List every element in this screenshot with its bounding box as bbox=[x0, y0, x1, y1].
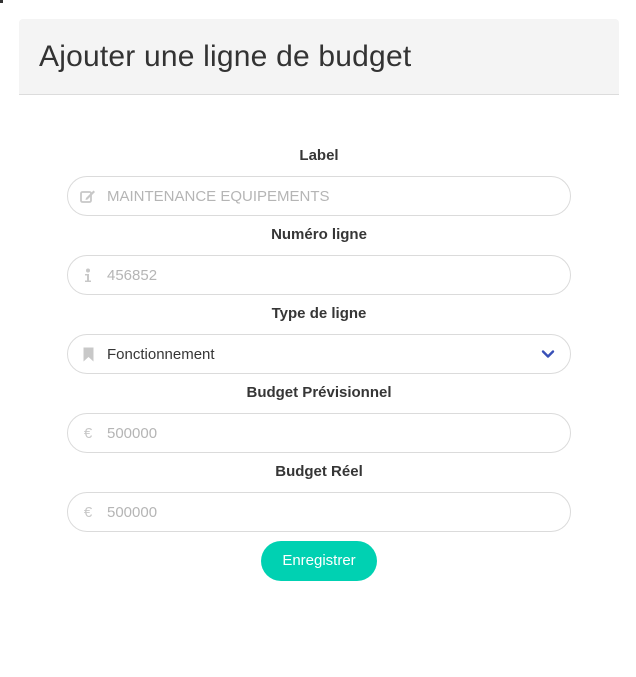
label-input[interactable] bbox=[68, 177, 570, 215]
save-button[interactable]: Enregistrer bbox=[261, 541, 377, 581]
reel-field-label: Budget Réel bbox=[275, 463, 363, 480]
label-field-label: Label bbox=[299, 147, 339, 164]
reel-field: Budget Réel € bbox=[67, 462, 571, 532]
window-corner-marker bbox=[0, 0, 3, 3]
previsionnel-field: Budget Prévisionnel € bbox=[67, 383, 571, 453]
bookmark-icon bbox=[80, 335, 96, 373]
euro-icon: € bbox=[83, 424, 93, 442]
chevron-down-icon bbox=[541, 350, 555, 358]
add-budget-line-card: Ajouter une ligne de budget Label Numéro… bbox=[19, 19, 619, 659]
label-field: Label bbox=[67, 146, 571, 216]
label-control bbox=[67, 176, 571, 216]
previsionnel-field-label: Budget Prévisionnel bbox=[246, 384, 392, 401]
submit-row: Enregistrer bbox=[67, 541, 571, 581]
previsionnel-control: € bbox=[67, 413, 571, 453]
numero-field: Numéro ligne bbox=[67, 225, 571, 295]
budget-line-form: Label Numéro ligne bbox=[67, 146, 571, 581]
type-field: Type de ligne Fonctionnement bbox=[67, 304, 571, 374]
reel-control: € bbox=[67, 492, 571, 532]
numero-input[interactable] bbox=[68, 256, 570, 294]
type-field-label: Type de ligne bbox=[271, 305, 367, 322]
euro-icon: € bbox=[83, 503, 93, 521]
numero-control bbox=[67, 255, 571, 295]
card-header: Ajouter une ligne de budget bbox=[19, 19, 619, 95]
previsionnel-input[interactable] bbox=[68, 414, 570, 452]
info-icon bbox=[80, 256, 96, 294]
page-title: Ajouter une ligne de budget bbox=[39, 39, 412, 73]
numero-field-label: Numéro ligne bbox=[271, 226, 367, 243]
reel-input[interactable] bbox=[68, 493, 570, 531]
type-select[interactable]: Fonctionnement bbox=[67, 334, 571, 374]
edit-icon bbox=[80, 177, 96, 215]
